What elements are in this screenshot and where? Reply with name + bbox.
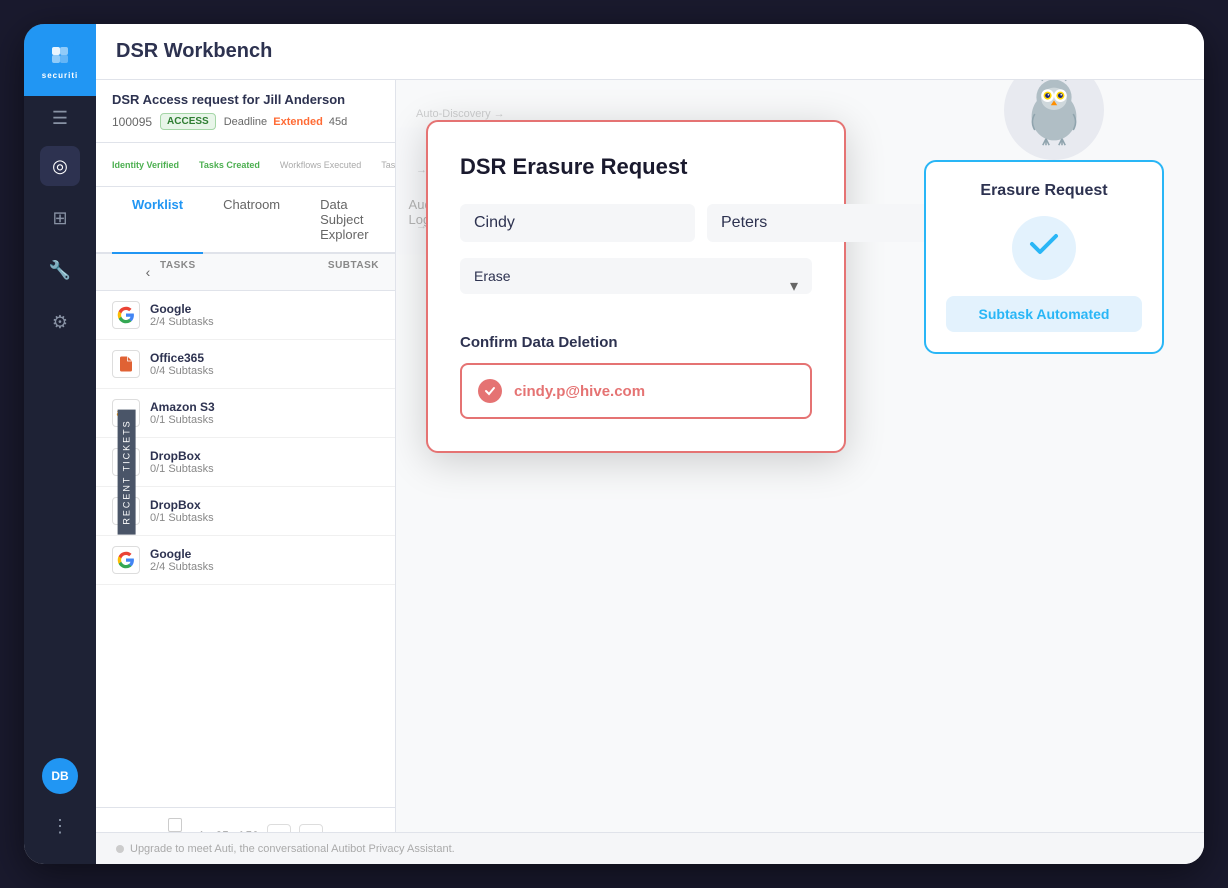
task-name-google: Google xyxy=(150,302,379,316)
checkbox1[interactable] xyxy=(168,818,182,832)
task-name-aws: Amazon S3 xyxy=(150,400,379,414)
table-row[interactable]: Google 2/4 Subtasks xyxy=(96,536,395,585)
sidebar-item-grid[interactable]: ⊞ xyxy=(40,198,80,238)
sidebar-item-settings[interactable]: ⚙ xyxy=(40,302,80,342)
avatar-initials: DB xyxy=(51,769,68,783)
main-content: DSR Workbench RECENT TICKETS DSR Access … xyxy=(96,24,1204,864)
back-button[interactable]: ‹ xyxy=(136,260,160,284)
step-completed: Tasks Completed xyxy=(381,160,395,170)
action-select[interactable]: Erase xyxy=(460,258,812,294)
step-workflows: Workflows Executed xyxy=(280,160,361,170)
task-name-google2: Google xyxy=(150,547,379,561)
table-row[interactable]: aws Amazon S3 0/1 Subtasks xyxy=(96,389,395,438)
automated-title: Erasure Request xyxy=(946,182,1142,200)
logo-text: securiti xyxy=(42,71,78,80)
grid-icon: ⊞ xyxy=(52,208,67,229)
hamburger-menu[interactable]: ☰ xyxy=(52,96,68,140)
extended-label: Extended xyxy=(273,116,323,128)
tab-worklist[interactable]: Worklist xyxy=(112,187,203,254)
task-subtasks-dropbox1: 0/1 Subtasks xyxy=(150,463,379,475)
task-name-dropbox2: DropBox xyxy=(150,498,379,512)
action-select-wrapper: Erase xyxy=(460,258,812,314)
step-tasks: Tasks Created xyxy=(199,160,260,170)
ticket-meta: 100095 ACCESS Deadline Extended 45d xyxy=(112,113,379,130)
tab-data-subject[interactable]: Data Subject Explorer xyxy=(300,187,388,254)
sidebar-item-apps[interactable]: ⋮ xyxy=(40,806,80,846)
google2-logo xyxy=(112,546,140,574)
right-panel: Auto-Discovery → → document, locate auto… xyxy=(396,80,1204,864)
email-confirm-box: cindy.p@hive.com xyxy=(460,363,812,419)
confirm-email: cindy.p@hive.com xyxy=(514,383,645,400)
recent-tickets-tab[interactable]: RECENT TICKETS xyxy=(118,409,136,534)
task-subtasks-google2: 2/4 Subtasks xyxy=(150,561,379,573)
table-row[interactable]: Google 2/4 Subtasks xyxy=(96,291,395,340)
task-name-dropbox1: DropBox xyxy=(150,449,379,463)
check-circle-blue xyxy=(1012,216,1076,280)
column-headers: ‹ Tasks Subtask xyxy=(96,254,395,291)
task-list: Google 2/4 Subtasks Office365 0/4 Subtas… xyxy=(96,291,395,807)
top-bar: DSR Workbench xyxy=(96,24,1204,80)
sidebar-item-data[interactable]: ◎ xyxy=(40,146,80,186)
last-name-field[interactable] xyxy=(707,204,942,242)
task-subtasks-office: 0/4 Subtasks xyxy=(150,365,379,377)
first-name-field[interactable] xyxy=(460,204,695,242)
app-logo[interactable]: securiti xyxy=(24,24,96,96)
name-row xyxy=(460,204,812,242)
page-title: DSR Workbench xyxy=(116,40,272,63)
sidebar-item-tools[interactable]: 🔧 xyxy=(40,250,80,290)
upgrade-text: Upgrade to meet Auti, the conversational… xyxy=(130,843,455,855)
progress-steps: Identity Verified Tasks Created Workflow… xyxy=(96,143,395,187)
ticket-id: 100095 xyxy=(112,115,152,129)
owl-mascot xyxy=(1004,80,1104,160)
google-logo xyxy=(112,301,140,329)
table-row[interactable]: Office365 0/4 Subtasks xyxy=(96,340,395,389)
table-row[interactable]: DropBox 0/1 Subtasks xyxy=(96,487,395,536)
ticket-area: RECENT TICKETS DSR Access request for Ji… xyxy=(96,80,1204,864)
check-icon-red xyxy=(478,379,502,403)
subtask-automated-button[interactable]: Subtask Automated xyxy=(946,296,1142,332)
check-icon-blue xyxy=(1026,226,1062,270)
data-shield-icon: ◎ xyxy=(52,156,68,177)
ticket-header: DSR Access request for Jill Anderson 100… xyxy=(96,80,395,143)
erasure-modal: DSR Erasure Request Erase Confirm Data D… xyxy=(426,120,846,453)
automated-box: Erasure Request Subtask Automated xyxy=(924,160,1164,354)
col-subtasks-header: Subtask xyxy=(328,260,379,284)
deadline-text: Deadline Extended 45d xyxy=(224,116,348,128)
wrench-icon: 🔧 xyxy=(49,260,71,281)
gear-icon: ⚙ xyxy=(52,312,68,333)
confirm-label: Confirm Data Deletion xyxy=(460,334,812,351)
access-badge: ACCESS xyxy=(160,113,216,130)
ticket-title: DSR Access request for Jill Anderson xyxy=(112,92,379,107)
office-logo xyxy=(112,350,140,378)
col-tasks-header: Tasks xyxy=(160,260,328,284)
upgrade-dot xyxy=(116,845,124,853)
modal-title: DSR Erasure Request xyxy=(460,154,812,180)
task-subtasks-google: 2/4 Subtasks xyxy=(150,316,379,328)
apps-icon: ⋮ xyxy=(51,816,69,837)
step-identity: Identity Verified xyxy=(112,160,179,170)
upgrade-bar: Upgrade to meet Auti, the conversational… xyxy=(96,832,1204,864)
table-row[interactable]: DropBox 0/1 Subtasks xyxy=(96,438,395,487)
user-avatar[interactable]: DB xyxy=(42,758,78,794)
task-subtasks-aws: 0/1 Subtasks xyxy=(150,414,379,426)
sidebar: securiti ☰ ◎ ⊞ 🔧 ⚙ DB ⋮ xyxy=(24,24,96,864)
left-panel: DSR Access request for Jill Anderson 100… xyxy=(96,80,396,864)
tabs-row: Worklist Chatroom Data Subject Explorer … xyxy=(96,187,395,254)
hamburger-icon: ☰ xyxy=(52,108,68,129)
task-name-office: Office365 xyxy=(150,351,379,365)
tab-chatroom[interactable]: Chatroom xyxy=(203,187,300,254)
task-subtasks-dropbox2: 0/1 Subtasks xyxy=(150,512,379,524)
